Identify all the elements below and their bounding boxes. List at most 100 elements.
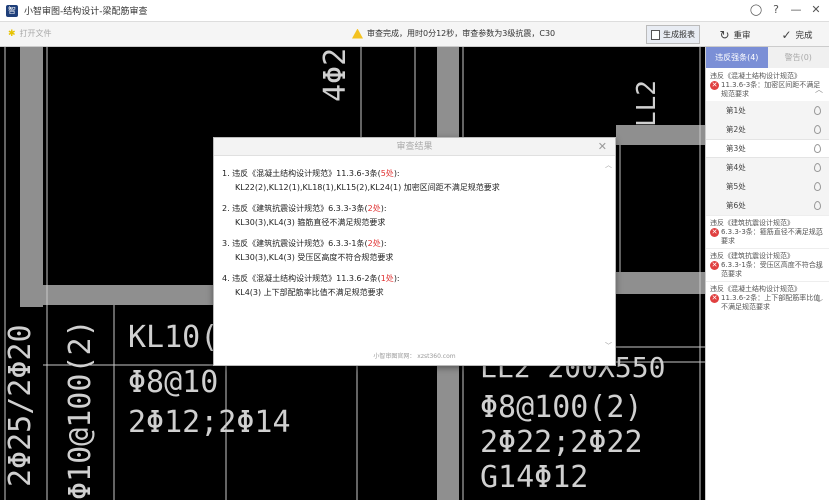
violation-text: 11.3.6-2条：上下部配筋率比值不满足规范要求 (721, 294, 821, 311)
dialog-body: 1. 违反《混凝土结构设计规范》11.3.6-3条(5处): KL22(2),K… (214, 156, 615, 298)
beam-shape (43, 285, 213, 305)
location-pin-icon (814, 201, 821, 210)
result-title: 4. 违反《混凝土结构设计规范》11.3.6-2条( (222, 274, 381, 283)
done-label: 完成 (795, 30, 813, 41)
generate-report-button[interactable]: 生成报表 (646, 25, 700, 44)
result-item: 2. 违反《建筑抗震设计规范》6.3.3-3条(2处): KL30(3),KL4… (222, 203, 607, 228)
title-bar: 智 小智审图-结构设计-梁配筋审查 ◯ ? — ✕ (0, 0, 829, 22)
window-controls: ◯ ? — ✕ (749, 3, 823, 17)
dialog-close-icon[interactable]: ✕ (598, 138, 607, 156)
scroll-down-icon[interactable]: ﹀ (605, 341, 612, 351)
result-title: 3. 违反《建筑抗震设计规范》6.3.3-1条( (222, 239, 368, 248)
result-title: 2. 违反《建筑抗震设计规范》6.3.3-3条( (222, 204, 368, 213)
minimize-button[interactable]: — (789, 3, 803, 17)
violation-group[interactable]: 违反《建筑抗震设计规范》 ✕ 6.3.3-1条：受压区高度不符合规范要求 ﹀ (706, 248, 829, 281)
status-message: 审查完成，用时0分12秒，审查参数为3级抗震，C30 (352, 28, 555, 39)
app-logo: 智 (6, 4, 18, 17)
open-file-button[interactable]: ✱ 打开文件 (8, 28, 52, 39)
violation-group[interactable]: 违反《建筑抗震设计规范》 ✕ 6.3.3-3条：箍筋直径不满足规范要求 ﹀ (706, 215, 829, 248)
error-icon: ✕ (710, 294, 719, 303)
violation-text: 6.3.3-3条：箍筋直径不满足规范要求 (721, 228, 823, 245)
violation-panel: 违反强条(4) 警告(0) 违反《混凝土结构设计规范》 ✕ 11.3.6-3条：… (705, 47, 829, 500)
check-icon: ✓ (781, 27, 792, 42)
dialog-header: 审查结果 ✕ (214, 138, 615, 156)
location-label: 第5处 (726, 182, 746, 191)
result-dialog: 审查结果 ✕ 1. 违反《混凝土结构设计规范》11.3.6-3条(5处): KL… (213, 137, 616, 366)
result-item: 3. 违反《建筑抗震设计规范》6.3.3-1条(2处): KL30(3),KL4… (222, 238, 607, 263)
error-icon: ✕ (710, 81, 719, 90)
location-item[interactable]: 第6处 (706, 196, 829, 215)
result-count[interactable]: 2处 (368, 204, 381, 213)
rebar-annotation: 2Φ22;2Φ22 (480, 425, 643, 460)
tab-violations[interactable]: 违反强条(4) (706, 47, 768, 68)
location-item-selected[interactable]: 第3处 (706, 139, 829, 158)
window-title: 小智审图-结构设计-梁配筋审查 (24, 7, 148, 17)
violation-group[interactable]: 违反《混凝土结构设计规范》 ✕ 11.3.6-3条：加密区间距不满足规范要求 ︿ (706, 68, 829, 101)
result-detail: KL30(3),KL4(3) 受压区高度不符合规范要求 (235, 253, 394, 262)
location-pin-icon (814, 125, 821, 134)
rebar-annotation: Φ8@100(2) (480, 390, 643, 425)
violation-head: 违反《混凝土结构设计规范》 (710, 285, 801, 293)
chevron-down-icon[interactable]: ﹀ (815, 265, 823, 276)
chevron-up-icon[interactable]: ︿ (815, 84, 823, 95)
result-count[interactable]: 2处 (368, 239, 381, 248)
rebar-annotation: 4Φ20 (318, 47, 353, 102)
result-detail: KL30(3),KL4(3) 箍筋直径不满足规范要求 (235, 218, 386, 227)
violation-head: 违反《建筑抗震设计规范》 (710, 252, 794, 260)
report-label: 生成报表 (663, 30, 695, 39)
rebar-annotation: 2Φ25/2Φ20 (3, 324, 38, 487)
rebar-annotation: G14Φ12 (480, 460, 588, 495)
location-label: 第2处 (726, 125, 746, 134)
toolbar: ✱ 打开文件 审查完成，用时0分12秒，审查参数为3级抗震，C30 生成报表 ↻… (0, 22, 829, 47)
location-label: 第4处 (726, 163, 746, 172)
result-item: 4. 违反《混凝土结构设计规范》11.3.6-2条(1处): KL4(3) 上下… (222, 273, 607, 298)
location-label: 第6处 (726, 201, 746, 210)
recheck-label: 重审 (733, 30, 751, 41)
dialog-title: 审查结果 (396, 142, 433, 152)
violation-group[interactable]: 违反《混凝土结构设计规范》 ✕ 11.3.6-2条：上下部配筋率比值不满足规范要… (706, 281, 829, 314)
rebar-annotation: Φ10@100(2) (63, 319, 98, 500)
result-item: 1. 违反《混凝土结构设计规范》11.3.6-3条(5处): KL22(2),K… (222, 168, 607, 193)
location-item[interactable]: 第4处 (706, 158, 829, 177)
error-icon: ✕ (710, 261, 719, 270)
refresh-icon: ↻ (719, 27, 730, 42)
location-item[interactable]: 第2处 (706, 120, 829, 139)
location-item[interactable]: 第1处 (706, 101, 829, 120)
open-file-icon: ✱ (8, 28, 16, 39)
tab-warnings[interactable]: 警告(0) (767, 47, 829, 68)
done-button[interactable]: ✓ 完成 (772, 25, 822, 44)
chevron-down-icon[interactable]: ﹀ (815, 298, 823, 309)
location-pin-icon (814, 106, 821, 115)
beam-label: LL2 (632, 80, 662, 127)
location-list: 第1处 第2处 第3处 第4处 第5处 第6处 (706, 101, 829, 215)
result-detail: KL22(2),KL12(1),KL18(1),KL15(2),KL24(1) … (235, 183, 500, 192)
result-count[interactable]: 1处 (381, 274, 394, 283)
location-pin-icon (814, 163, 821, 172)
chevron-down-icon[interactable]: ﹀ (815, 232, 823, 243)
dialog-scrollbar[interactable]: ︿ ﹀ (605, 160, 613, 351)
result-title-suffix: ): (380, 239, 387, 248)
close-button[interactable]: ✕ (809, 3, 823, 17)
result-title-suffix: ): (393, 169, 400, 178)
location-pin-icon (814, 144, 821, 153)
violation-head: 违反《建筑抗震设计规范》 (710, 219, 794, 227)
violation-head: 违反《混凝土结构设计规范》 (710, 72, 801, 80)
dialog-footer: 小智审图官网： xzst360.com (373, 353, 456, 360)
violation-text: 6.3.3-1条：受压区高度不符合规范要求 (721, 261, 823, 278)
panel-tabs: 违反强条(4) 警告(0) (706, 47, 829, 68)
user-icon[interactable]: ◯ (749, 3, 763, 17)
warning-icon (352, 28, 363, 39)
help-icon[interactable]: ? (769, 3, 783, 17)
rebar-annotation: 2Φ12;2Φ14 (128, 405, 291, 440)
recheck-button[interactable]: ↻ 重审 (712, 25, 758, 44)
location-label: 第3处 (726, 144, 746, 153)
result-detail: KL4(3) 上下部配筋率比值不满足规范要求 (235, 288, 384, 297)
result-title: 1. 违反《混凝土结构设计规范》11.3.6-3条( (222, 169, 381, 178)
location-pin-icon (814, 182, 821, 191)
status-text: 审查完成，用时0分12秒，审查参数为3级抗震，C30 (367, 29, 556, 38)
location-item[interactable]: 第5处 (706, 177, 829, 196)
result-title-suffix: ): (393, 274, 400, 283)
result-count[interactable]: 5处 (381, 169, 394, 178)
violation-text: 11.3.6-3条：加密区间距不满足规范要求 (721, 81, 821, 98)
scroll-up-icon[interactable]: ︿ (605, 160, 612, 170)
